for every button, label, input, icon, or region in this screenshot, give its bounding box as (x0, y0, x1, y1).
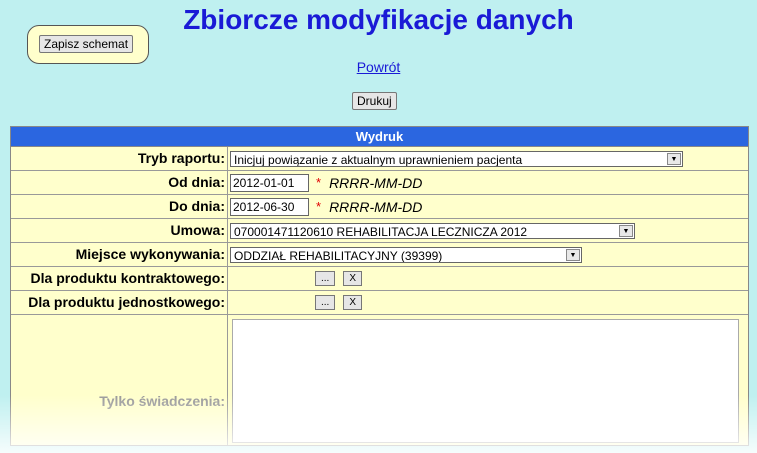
report-mode-row: Tryb raportu: Inicjuj powiązanie z aktua… (11, 147, 748, 171)
print-form: Wydruk Tryb raportu: Inicjuj powiązanie … (10, 126, 749, 446)
date-from-label: Od dnia: (11, 171, 228, 194)
date-to-label: Do dnia: (11, 195, 228, 218)
required-marker: * (316, 199, 322, 214)
services-only-label: Tylko świadczenia: (99, 393, 225, 409)
unit-product-clear-button[interactable]: X (343, 295, 363, 310)
services-only-textarea[interactable] (232, 319, 739, 443)
contract-product-clear-button[interactable]: X (343, 271, 363, 286)
contract-product-row: Dla produktu kontraktowego: ... X (11, 267, 748, 291)
chevron-down-icon[interactable]: ▼ (566, 248, 580, 261)
place-row: Miejsce wykonywania: ODDZIAŁ REHABILITAC… (11, 243, 748, 267)
contract-value: 070001471120610 REHABILITACJA LECZNICZA … (234, 224, 528, 239)
place-value: ODDZIAŁ REHABILITACYJNY (39399) (234, 248, 443, 263)
date-format-hint: RRRR-MM-DD (329, 174, 423, 191)
place-select[interactable]: ODDZIAŁ REHABILITACYJNY (39399) ▼ (230, 246, 582, 263)
report-mode-select[interactable]: Inicjuj powiązanie z aktualnym uprawnien… (230, 150, 683, 167)
print-button[interactable]: Drukuj (352, 92, 397, 110)
contract-row: Umowa: 070001471120610 REHABILITACJA LEC… (11, 219, 748, 243)
form-header: Wydruk (11, 127, 748, 147)
report-mode-value: Inicjuj powiązanie z aktualnym uprawnien… (234, 152, 523, 167)
date-to-row: Do dnia: 2012-06-30 * RRRR-MM-DD (11, 195, 748, 219)
report-mode-label: Tryb raportu: (11, 147, 228, 170)
date-format-hint: RRRR-MM-DD (329, 198, 423, 215)
unit-product-row: Dla produktu jednostkowego: ... X (11, 291, 748, 315)
save-schema-button[interactable]: Zapisz schemat (39, 35, 134, 53)
contract-select[interactable]: 070001471120610 REHABILITACJA LECZNICZA … (230, 222, 635, 239)
contract-product-pick-button[interactable]: ... (315, 271, 336, 286)
contract-label: Umowa: (11, 219, 228, 242)
back-link: Powrót (0, 59, 757, 75)
required-marker: * (316, 175, 322, 190)
date-to-input[interactable]: 2012-06-30 (230, 197, 309, 216)
date-from-row: Od dnia: 2012-01-01 * RRRR-MM-DD (11, 171, 748, 195)
back-link-text[interactable]: Powrót (357, 59, 401, 75)
services-only-row: Tylko świadczenia: (11, 315, 748, 445)
chevron-down-icon[interactable]: ▼ (619, 224, 633, 237)
contract-product-label: Dla produktu kontraktowego: (11, 267, 228, 290)
date-from-input[interactable]: 2012-01-01 (230, 173, 309, 192)
chevron-down-icon[interactable]: ▼ (667, 152, 681, 165)
unit-product-label: Dla produktu jednostkowego: (11, 291, 228, 314)
place-label: Miejsce wykonywania: (11, 243, 228, 266)
unit-product-pick-button[interactable]: ... (315, 295, 336, 310)
